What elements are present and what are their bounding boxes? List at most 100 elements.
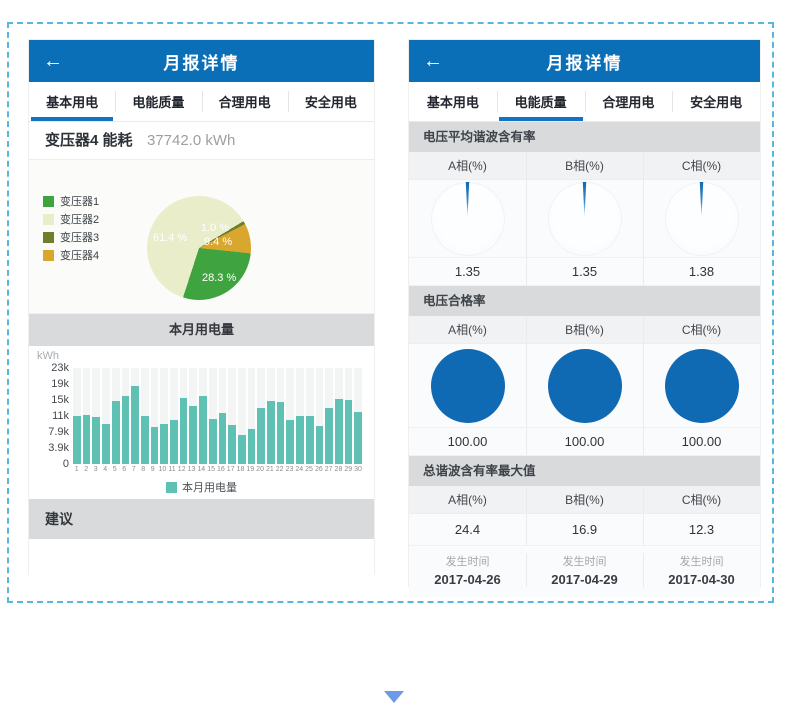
- occurrence-date-label: 发生时间: [680, 553, 724, 569]
- gauge-needle: [582, 182, 587, 219]
- phase-column-header: C相(%): [643, 152, 760, 179]
- bar-chart-legend: 本月用电量: [29, 479, 374, 495]
- bar-slot-30: [354, 368, 362, 464]
- monthly-usage-bar-chart: kWh 23k19k15k11k7.9k3.9k0 12345678910111…: [29, 346, 374, 495]
- pie-slice-label: 61.4 %: [153, 232, 187, 244]
- pie-slice-label: 28.3 %: [202, 272, 236, 284]
- phase-column-header: B相(%): [526, 316, 643, 343]
- transformer-energy-value: 37742.0 kWh: [147, 132, 235, 149]
- usage-bar-day-20: [257, 408, 265, 464]
- tab-电能质量[interactable]: 电能质量: [115, 82, 201, 121]
- usage-bar-day-19: [248, 429, 256, 464]
- x-tick: 2: [83, 466, 91, 473]
- screen-basic-power: ← 月报详情 基本用电电能质量合理用电安全用电 变压器4 能耗 37742.0 …: [29, 40, 374, 574]
- usage-bar-day-21: [267, 401, 275, 464]
- bar-slot-15: [209, 368, 217, 464]
- harmonic-needle-gauge: [409, 180, 526, 257]
- x-tick: 7: [130, 466, 138, 473]
- bar-slot-25: [306, 368, 314, 464]
- usage-bar-day-17: [228, 425, 236, 464]
- bar-slot-7: [131, 368, 139, 464]
- pass-rate-disc: [548, 349, 622, 423]
- tab-电能质量[interactable]: 电能质量: [497, 82, 585, 121]
- bar-slot-8: [141, 368, 149, 464]
- section-header-suggestion: 建议: [29, 499, 374, 539]
- legend-label: 变压器3: [60, 229, 99, 245]
- x-axis-ticks: 1234567891011121314151617181920212223242…: [73, 466, 362, 473]
- tab-bar: 基本用电电能质量合理用电安全用电: [409, 82, 760, 122]
- usage-bar-day-22: [277, 402, 285, 464]
- bar-slot-4: [102, 368, 110, 464]
- bar-slot-19: [248, 368, 256, 464]
- bar-slot-9: [151, 368, 159, 464]
- usage-bar-day-11: [170, 420, 178, 464]
- x-tick: 14: [197, 466, 205, 473]
- phase-value: 100.00: [643, 428, 760, 455]
- pass-rate-disc-cell: [643, 344, 760, 427]
- phase-column-header: A相(%): [409, 316, 526, 343]
- bar-slot-20: [257, 368, 265, 464]
- x-tick: 20: [256, 466, 264, 473]
- legend-item: 变压器3: [43, 228, 99, 246]
- tab-安全用电[interactable]: 安全用电: [288, 82, 374, 121]
- x-tick: 18: [237, 466, 245, 473]
- bar-slot-23: [286, 368, 294, 464]
- usage-bar-day-25: [306, 416, 314, 464]
- usage-bar-day-24: [296, 416, 304, 464]
- bar-slot-10: [160, 368, 168, 464]
- bar-slot-2: [83, 368, 91, 464]
- gauge-circle: [431, 182, 505, 256]
- section-title: 电压平均谐波含有率: [409, 122, 760, 152]
- tab-基本用电[interactable]: 基本用电: [409, 82, 497, 121]
- occurrence-date-cell: 发生时间2017-04-29: [526, 553, 643, 587]
- bar-slot-3: [92, 368, 100, 464]
- phase-column-headers: A相(%)B相(%)C相(%): [409, 152, 760, 180]
- tab-合理用电[interactable]: 合理用电: [585, 82, 673, 121]
- pie-legend: 变压器1变压器2变压器3变压器4: [43, 192, 99, 264]
- usage-bar-day-13: [189, 406, 197, 464]
- harmonic-needle-gauge: [526, 180, 643, 257]
- section-header-monthly-usage: 本月用电量: [29, 314, 374, 346]
- usage-bar-day-26: [316, 426, 324, 464]
- usage-bar-day-27: [325, 408, 333, 464]
- occurrence-date-cell: 发生时间2017-04-26: [409, 553, 526, 587]
- tab-bar: 基本用电电能质量合理用电安全用电: [29, 82, 374, 122]
- usage-bar-day-16: [219, 413, 227, 464]
- usage-bar-day-5: [112, 401, 120, 464]
- x-tick: 26: [315, 466, 323, 473]
- app-bar: ← 月报详情: [409, 40, 760, 82]
- occurrence-date: 2017-04-26: [434, 572, 501, 587]
- harmonic-needle-gauge: [643, 180, 760, 257]
- gauge-needle: [699, 182, 704, 219]
- phase-value: 24.4: [409, 514, 526, 545]
- tab-合理用电[interactable]: 合理用电: [202, 82, 288, 121]
- usage-bar-day-6: [122, 396, 130, 464]
- phase-value: 1.35: [409, 258, 526, 285]
- transformer-energy-row: 变压器4 能耗 37742.0 kWh: [29, 122, 374, 160]
- occurrence-date: 2017-04-30: [668, 572, 735, 587]
- pass-rate-disc-cell: [526, 344, 643, 427]
- x-tick: 17: [227, 466, 235, 473]
- x-tick: 6: [121, 466, 129, 473]
- y-tick: 3.9k: [48, 442, 69, 454]
- tab-基本用电[interactable]: 基本用电: [29, 82, 115, 121]
- usage-bar-day-7: [131, 386, 139, 464]
- bar-slot-18: [238, 368, 246, 464]
- occurrence-date-cell: 发生时间 2017-04-30: [643, 553, 760, 587]
- x-tick: 30: [354, 466, 362, 473]
- phase-column-headers: A相(%)B相(%)C相(%): [409, 486, 760, 514]
- pass-rate-disc-cell: [409, 344, 526, 427]
- usage-bar-day-18: [238, 435, 246, 464]
- bar-slot-24: [296, 368, 304, 464]
- x-tick: 12: [178, 466, 186, 473]
- legend-item: 变压器2: [43, 210, 99, 228]
- x-tick: 5: [111, 466, 119, 473]
- tab-安全用电[interactable]: 安全用电: [672, 82, 760, 121]
- x-tick: 4: [102, 466, 110, 473]
- bar-slot-16: [219, 368, 227, 464]
- bar-slot-29: [345, 368, 353, 464]
- usage-bar-day-15: [209, 419, 217, 465]
- phase-value: 100.00: [409, 428, 526, 455]
- x-tick: 9: [149, 466, 157, 473]
- x-tick: 3: [92, 466, 100, 473]
